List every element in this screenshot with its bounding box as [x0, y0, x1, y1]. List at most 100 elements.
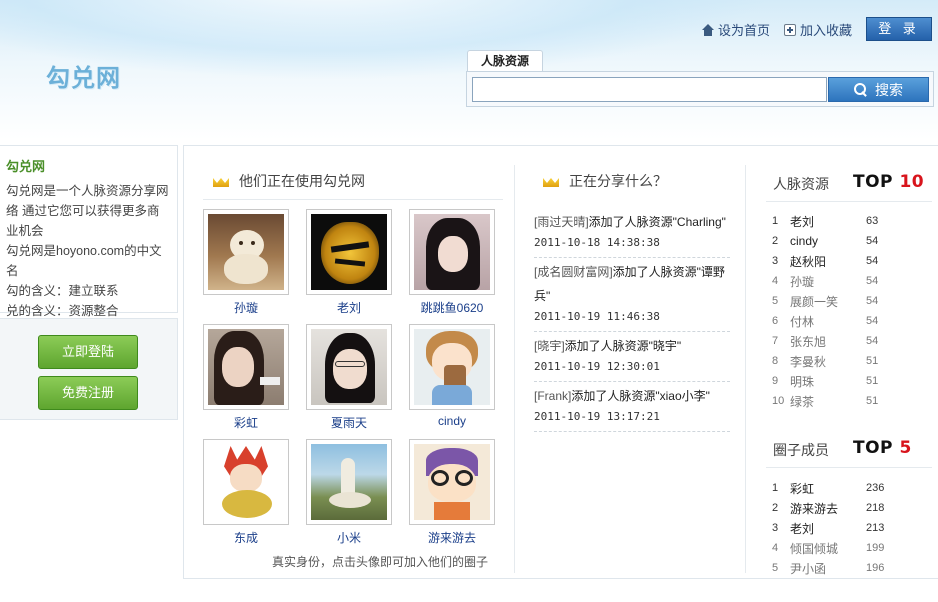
user-card: 老刘 [306, 209, 392, 316]
user-name[interactable]: 彩虹 [203, 414, 289, 431]
users-section-title-text: 他们正在使用勾兑网 [239, 173, 365, 189]
rank-name[interactable]: 彩虹 [790, 480, 866, 497]
share-text[interactable]: 添加了人脉资源"Charling" [589, 215, 726, 229]
rank-number: 5 [772, 295, 779, 307]
share-time: 2011-10-19 11:46:38 [534, 310, 660, 323]
rank-value: 51 [866, 375, 879, 387]
search-button[interactable]: 搜索 [828, 77, 929, 102]
user-avatar[interactable] [203, 324, 289, 410]
rank-number: 7 [772, 335, 779, 347]
user-card: 东成 [203, 439, 289, 546]
rank-number: 10 [772, 395, 785, 407]
user-card: 跳跳鱼0620 [409, 209, 495, 316]
rank-name[interactable]: 绿茶 [790, 393, 866, 410]
about-line: 勾兑网是一个人脉资源分享网络 通过它您可以获得更多商业机会 [6, 184, 169, 238]
rank-name[interactable]: 李曼秋 [790, 353, 866, 370]
share-user[interactable]: [成名圆财富网] [534, 265, 613, 279]
user-name[interactable]: 老刘 [306, 299, 392, 316]
rank-row: 4 孙璇 54 [772, 271, 938, 291]
rank-members-title: 圈子成员 [773, 442, 829, 458]
share-time: 2011-10-18 14:38:38 [534, 236, 660, 249]
about-line: 勾兑网是hoyono.com的中文名 [6, 244, 162, 278]
about-line: 勾的含义：建立联系 [6, 284, 119, 298]
user-card: 游来游去 [409, 439, 495, 546]
search-icon [854, 82, 868, 97]
rank-row: 9 明珠 51 [772, 371, 938, 391]
rank-value: 54 [866, 295, 879, 307]
user-avatar[interactable] [409, 439, 495, 525]
rank-name[interactable]: 尹小函 [790, 560, 866, 577]
share-user[interactable]: [Frank] [534, 389, 571, 403]
rank-name[interactable]: 张东旭 [790, 333, 866, 350]
rank-name[interactable]: 倾国倾城 [790, 540, 866, 557]
plus-icon [783, 23, 796, 36]
set-home-link[interactable]: 设为首页 [701, 20, 770, 39]
search-tab-resources[interactable]: 人脉资源 [467, 50, 543, 72]
user-card: 孙璇 [203, 209, 289, 316]
rank-number: 6 [772, 315, 779, 327]
user-avatar[interactable] [306, 209, 392, 295]
user-avatar[interactable] [409, 324, 495, 410]
rank-resources-title: 人脉资源 [773, 176, 829, 192]
search-input[interactable] [472, 77, 827, 102]
share-text[interactable]: 添加了人脉资源"晓宇" [565, 339, 682, 353]
user-name[interactable]: 夏雨天 [306, 414, 392, 431]
divider [514, 165, 515, 573]
top-word: TOP [853, 438, 894, 458]
rank-name[interactable]: 老刘 [790, 213, 866, 230]
divider [766, 467, 932, 468]
share-time: 2011-10-19 13:17:21 [534, 410, 660, 423]
rank-value: 54 [866, 335, 879, 347]
user-card: 彩虹 [203, 324, 289, 431]
rank-name[interactable]: 付林 [790, 313, 866, 330]
rank-row: 10 绿茶 51 [772, 391, 938, 411]
login-now-button[interactable]: 立即登陆 [38, 335, 138, 369]
about-panel: 勾兑网 勾兑网是一个人脉资源分享网络 通过它您可以获得更多商业机会 勾兑网是ho… [0, 145, 178, 318]
share-text[interactable]: 添加了人脉资源"xiao小李" [571, 389, 710, 403]
about-title: 勾兑网 [6, 159, 46, 174]
rank-number: 5 [772, 562, 779, 574]
user-avatar[interactable] [203, 439, 289, 525]
rank-members-top-label: TOP 5 [853, 438, 912, 458]
rank-resources-list: 1 老刘 63 2 cindy 54 3 赵秋阳 54 4 孙璇 54 5 展颜一笑 54 6 付林 5… [772, 211, 938, 411]
rank-resources-top-label: TOP 10 [853, 172, 924, 192]
rank-value: 54 [866, 315, 879, 327]
user-avatar[interactable] [306, 324, 392, 410]
set-home-label: 设为首页 [717, 23, 770, 38]
rank-name[interactable]: 孙璇 [790, 273, 866, 290]
actions-panel: 立即登陆 免费注册 [0, 318, 178, 420]
user-name[interactable]: 跳跳鱼0620 [409, 299, 495, 316]
share-user[interactable]: [雨过天晴] [534, 215, 589, 229]
user-avatar[interactable] [409, 209, 495, 295]
crown-icon [213, 175, 229, 187]
add-favorite-link[interactable]: 加入收藏 [783, 20, 852, 39]
rank-name[interactable]: 游来游去 [790, 500, 866, 517]
add-favorite-label: 加入收藏 [799, 23, 852, 38]
rank-name[interactable]: 展颜一笑 [790, 293, 866, 310]
rank-name[interactable]: 赵秋阳 [790, 253, 866, 270]
login-button[interactable]: 登 录 [866, 17, 932, 41]
user-name[interactable]: 游来游去 [409, 529, 495, 546]
top-number: 10 [899, 172, 925, 192]
rank-name[interactable]: cindy [790, 234, 866, 248]
rank-name[interactable]: 老刘 [790, 520, 866, 537]
rank-row: 1 彩虹 236 [772, 478, 938, 498]
share-item: [Frank]添加了人脉资源"xiao小李" 2011-10-19 13:17:… [534, 382, 730, 432]
rank-number: 2 [772, 502, 779, 514]
site-logo[interactable]: 勾兑网 [46, 58, 121, 93]
user-name[interactable]: cindy [409, 414, 495, 428]
user-name[interactable]: 小米 [306, 529, 392, 546]
user-name[interactable]: 东成 [203, 529, 289, 546]
share-section-title-text: 正在分享什么？ [569, 173, 667, 189]
rank-number: 3 [772, 255, 779, 267]
register-free-button[interactable]: 免费注册 [38, 376, 138, 410]
share-user[interactable]: [晓宇] [534, 339, 565, 353]
user-avatar[interactable] [203, 209, 289, 295]
rank-name[interactable]: 明珠 [790, 373, 866, 390]
user-name[interactable]: 孙璇 [203, 299, 289, 316]
rank-value: 54 [866, 275, 879, 287]
rank-number: 8 [772, 355, 779, 367]
rank-value: 199 [866, 542, 885, 554]
rank-value: 196 [866, 562, 885, 574]
user-avatar[interactable] [306, 439, 392, 525]
